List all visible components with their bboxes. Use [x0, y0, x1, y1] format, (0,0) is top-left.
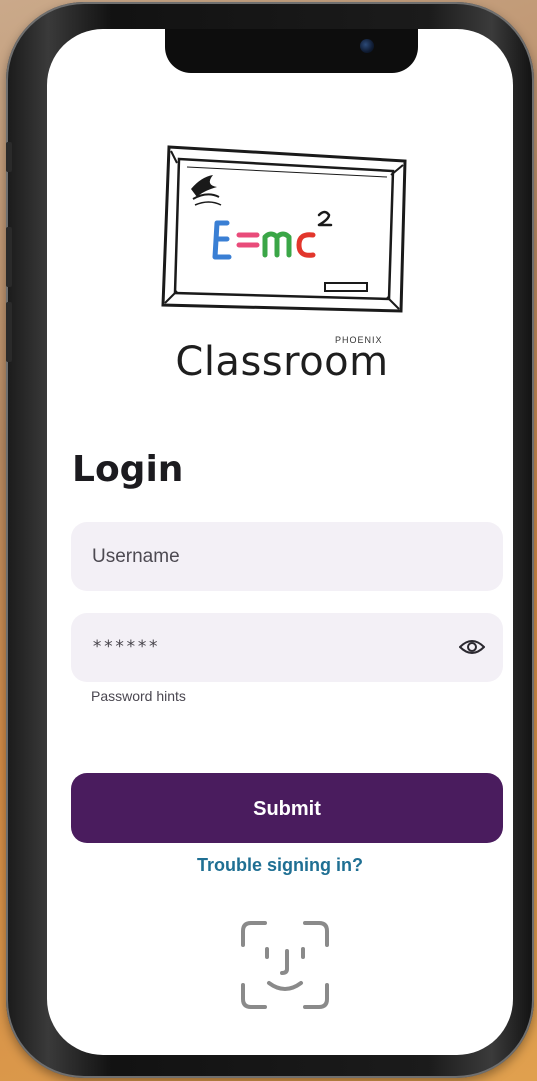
page-title: Login — [72, 449, 184, 490]
side-button-volume-down — [6, 302, 12, 362]
face-id-icon[interactable] — [237, 917, 333, 1013]
password-hint: Password hints — [91, 688, 186, 704]
username-input[interactable]: Username — [71, 522, 503, 591]
phone-screen: Classroom PHOENIX Login Username ****** … — [47, 29, 513, 1055]
notch — [165, 29, 418, 73]
app-logo: Classroom PHOENIX — [157, 139, 407, 389]
logo-subtitle: PHOENIX — [335, 335, 383, 345]
eye-icon[interactable] — [459, 637, 485, 657]
camera-dot — [360, 39, 374, 53]
side-button-silent — [6, 142, 12, 172]
logo-wordmark: Classroom — [175, 339, 389, 385]
chalkboard-icon — [161, 145, 407, 313]
side-button-volume-up — [6, 227, 12, 287]
phone-frame: Classroom PHOENIX Login Username ****** … — [6, 2, 534, 1078]
submit-button[interactable]: Submit — [71, 773, 503, 843]
password-input[interactable]: ****** — [71, 613, 503, 682]
password-value: ****** — [92, 637, 160, 657]
username-placeholder: Username — [92, 546, 180, 567]
trouble-signing-in-link[interactable]: Trouble signing in? — [47, 855, 513, 876]
